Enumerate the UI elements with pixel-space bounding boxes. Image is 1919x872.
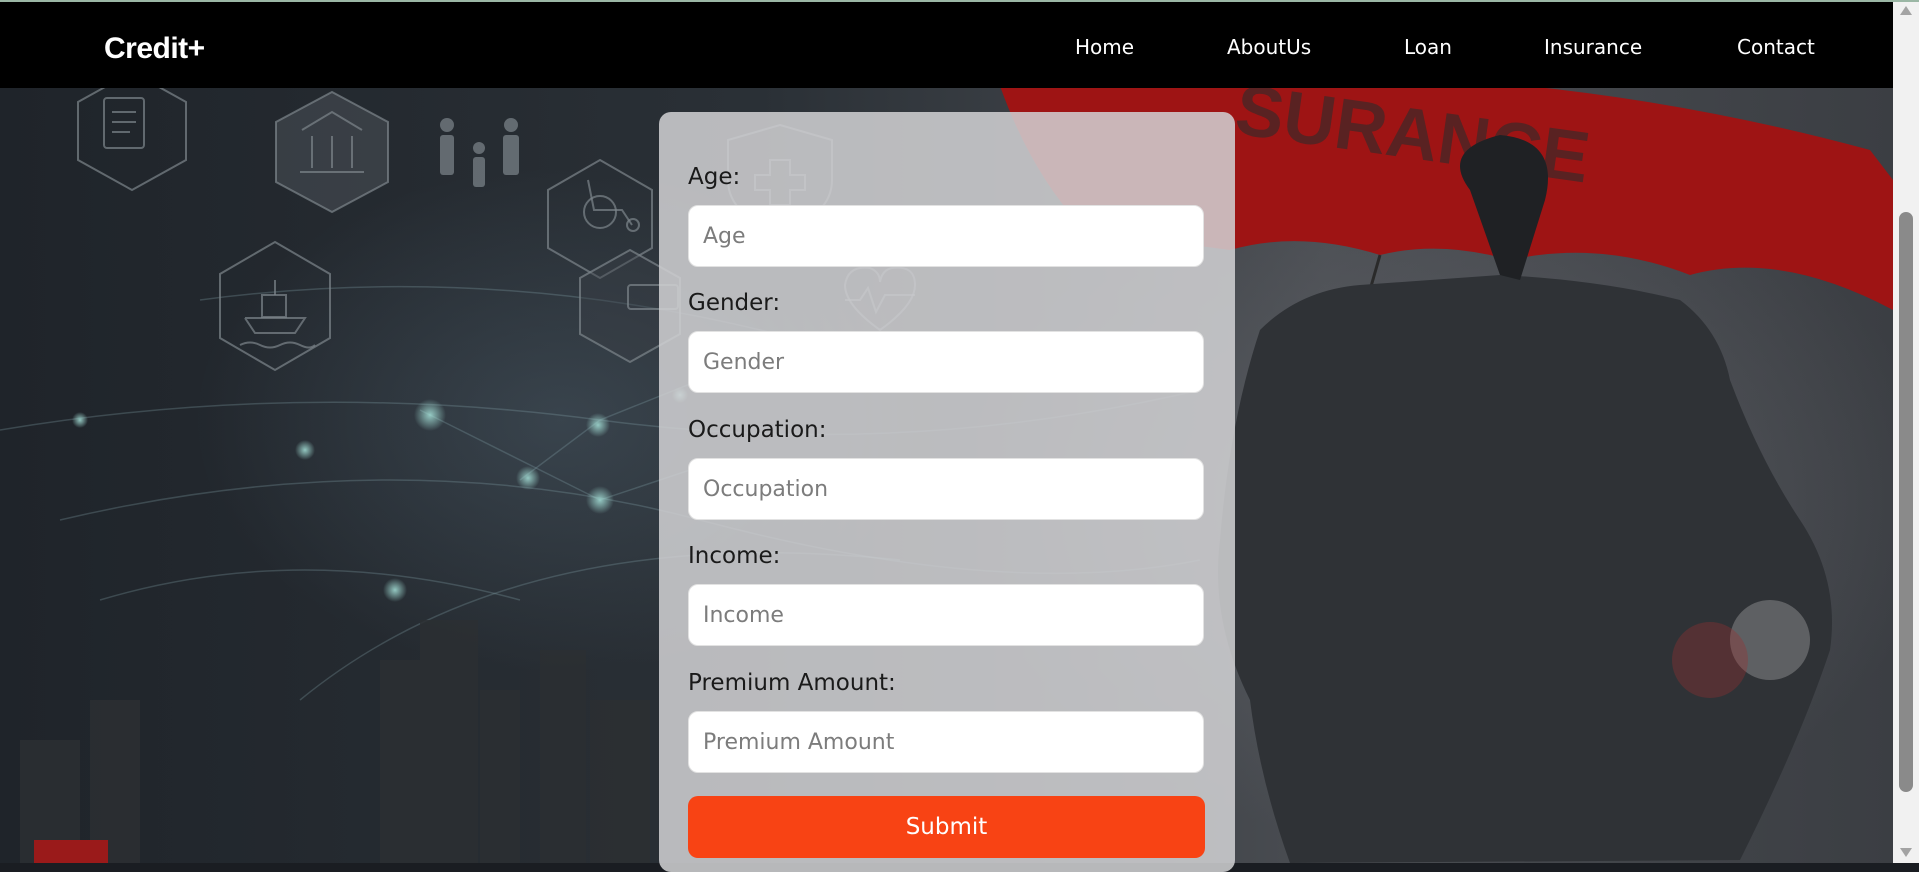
nav-home-link[interactable]: Home xyxy=(1075,35,1134,59)
age-label: Age: xyxy=(688,164,741,190)
occupation-label: Occupation: xyxy=(688,417,827,443)
nav-loan-link[interactable]: Loan xyxy=(1404,35,1452,59)
scrollbar-thumb[interactable] xyxy=(1899,212,1913,792)
scroll-down-arrow-icon[interactable] xyxy=(1900,848,1912,857)
gender-input[interactable] xyxy=(688,331,1204,393)
premium-amount-input[interactable] xyxy=(688,711,1204,773)
occupation-input[interactable] xyxy=(688,458,1204,520)
scroll-up-arrow-icon[interactable] xyxy=(1900,6,1912,15)
nav-menu: Home AboutUs Loan Insurance Contact xyxy=(0,35,1893,65)
age-input[interactable] xyxy=(688,205,1204,267)
gender-label: Gender: xyxy=(688,290,781,316)
logo-fragment xyxy=(34,840,108,863)
top-navbar: Credit+ Home AboutUs Loan Insurance Cont… xyxy=(0,2,1893,88)
page-scrollbar[interactable] xyxy=(1893,2,1919,863)
bank-icon xyxy=(275,90,389,214)
family-icon xyxy=(440,118,519,187)
city-skyline xyxy=(20,620,650,863)
nav-aboutus-link[interactable]: AboutUs xyxy=(1227,35,1311,59)
premium-amount-label: Premium Amount: xyxy=(688,670,896,696)
income-input[interactable] xyxy=(688,584,1204,646)
nav-insurance-link[interactable]: Insurance xyxy=(1544,35,1642,59)
insurance-form-card: Age: Gender: Occupation: Income: Premium… xyxy=(659,112,1235,872)
window-top-border xyxy=(0,0,1919,2)
documents-icon xyxy=(77,70,187,192)
nav-contact-link[interactable]: Contact xyxy=(1737,35,1815,59)
submit-button[interactable]: Submit xyxy=(688,796,1205,858)
income-label: Income: xyxy=(688,543,781,569)
network-nodes xyxy=(72,387,688,602)
ship-icon xyxy=(219,240,331,372)
